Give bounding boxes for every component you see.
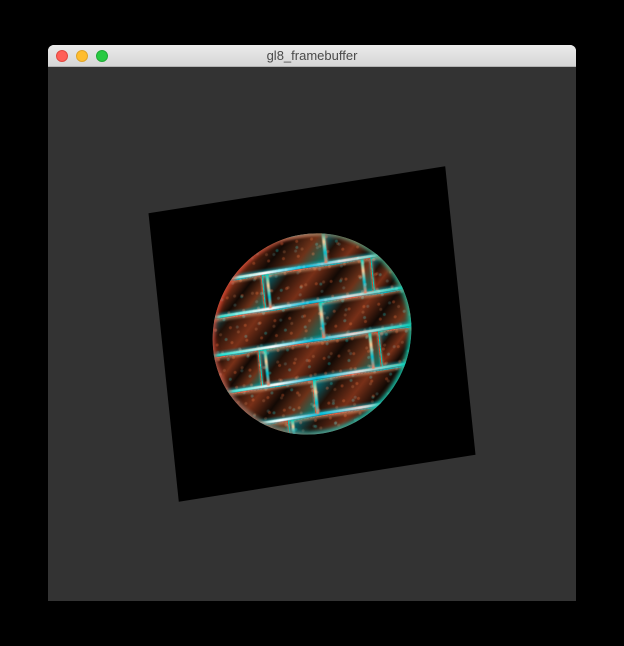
opengl-viewport — [48, 67, 576, 601]
rendered-quad — [148, 166, 475, 501]
edge-detection-noise — [203, 219, 422, 449]
close-icon[interactable] — [56, 50, 68, 62]
window-titlebar[interactable]: gl8_framebuffer — [48, 45, 576, 67]
application-window: gl8_framebuffer — [48, 45, 576, 601]
maximize-icon[interactable] — [96, 50, 108, 62]
traffic-lights-group — [48, 50, 108, 62]
minimize-icon[interactable] — [76, 50, 88, 62]
window-title: gl8_framebuffer — [48, 48, 576, 63]
framebuffer-circle — [203, 219, 422, 449]
brick-texture-effect — [203, 219, 422, 449]
